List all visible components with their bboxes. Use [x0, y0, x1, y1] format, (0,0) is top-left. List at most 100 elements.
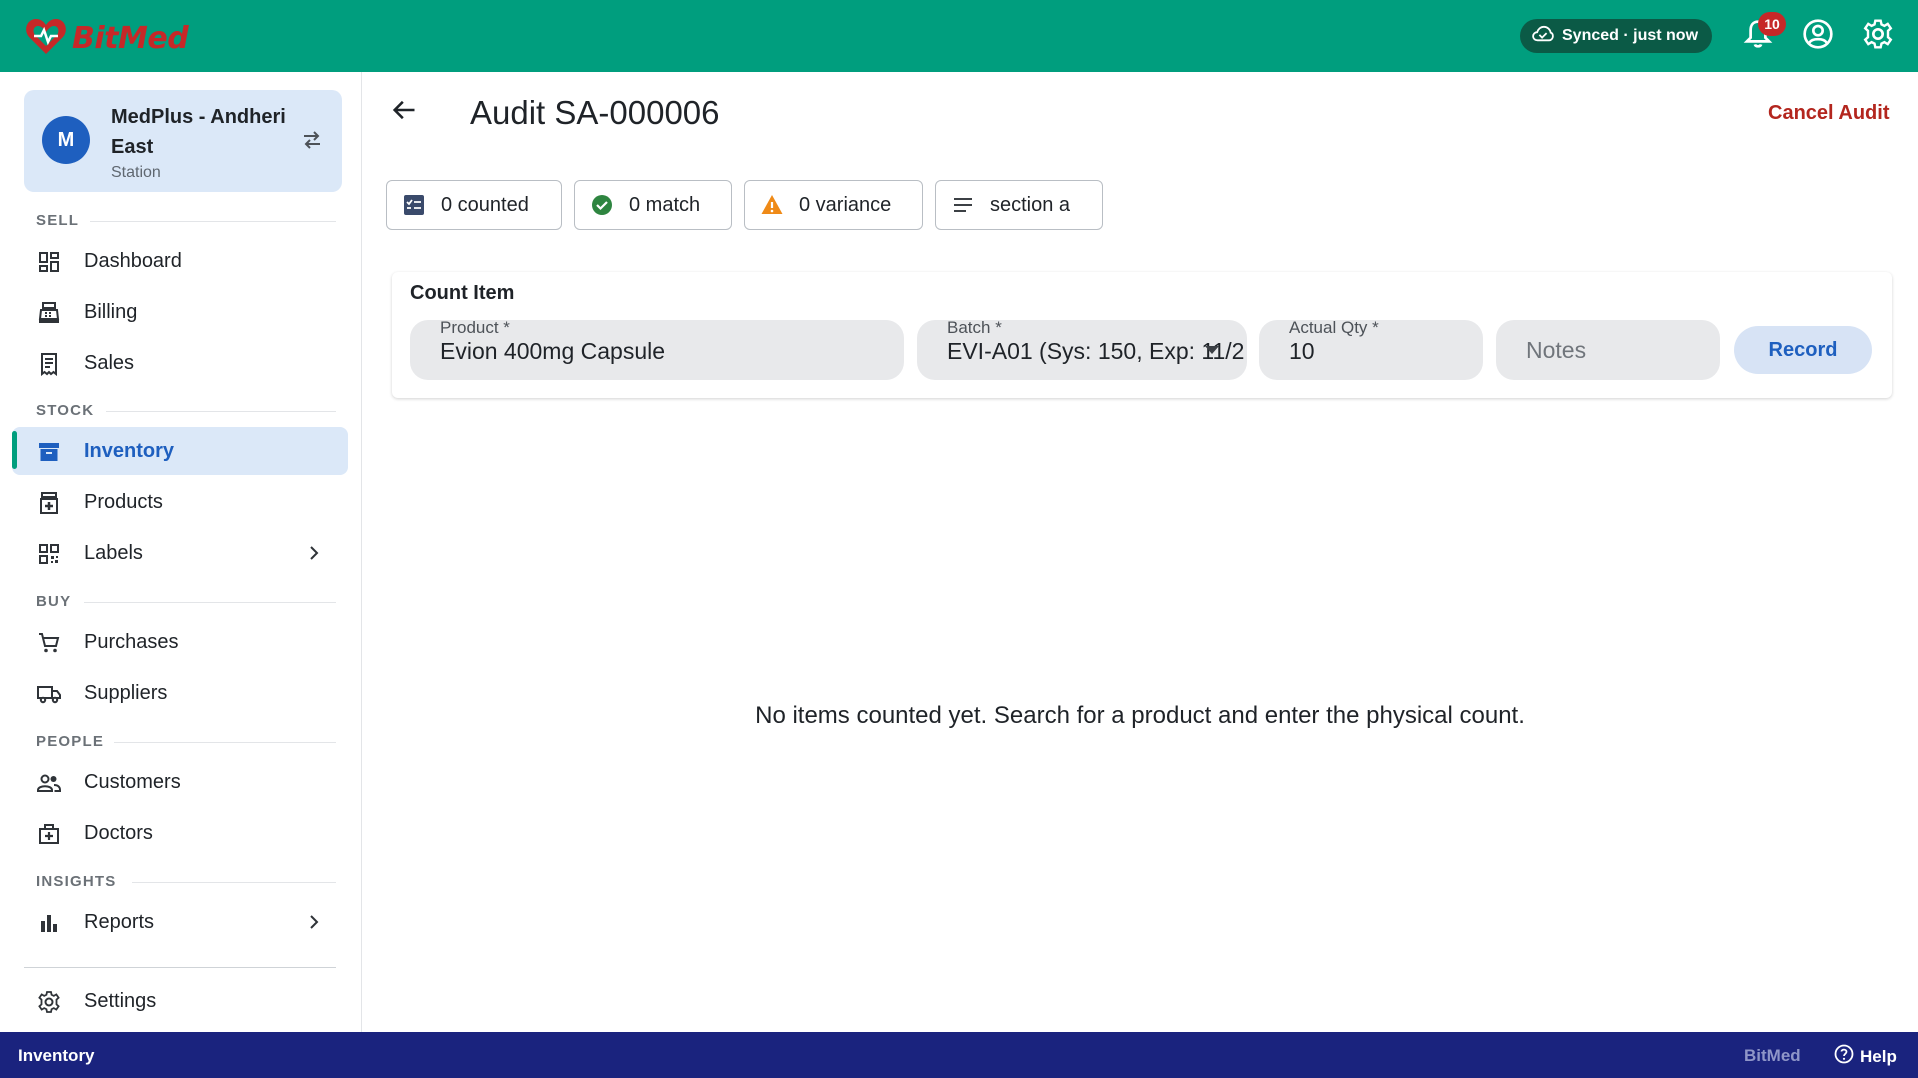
count-item-card: Count Item Product * Evion 400mg Capsule… — [392, 272, 1892, 398]
section-divider — [132, 882, 336, 883]
product-label: Product * — [440, 318, 510, 337]
top-app-bar: BitMed Synced · just now 10 — [0, 0, 1918, 72]
app-logo[interactable]: BitMed — [24, 16, 189, 61]
section-label-people: PEOPLE — [36, 733, 105, 750]
notes-lines-icon — [952, 194, 974, 216]
sidebar-item-inventory[interactable]: Inventory — [12, 427, 348, 475]
notification-count-badge: 10 — [1758, 12, 1786, 36]
sidebar-item-settings[interactable]: Settings — [12, 977, 348, 1025]
medical-bag-icon — [36, 821, 62, 847]
sidebar-item-label: Reports — [84, 911, 155, 933]
section-label-sell: SELL — [36, 212, 80, 229]
sidebar-item-label: Labels — [84, 542, 143, 564]
sidebar: M MedPlus - Andheri East Station SELL Da… — [0, 72, 362, 1032]
sidebar-item-purchases[interactable]: Purchases — [12, 618, 348, 666]
qty-value: 10 — [1289, 338, 1315, 364]
medication-icon — [36, 490, 62, 516]
batch-value: EVI-A01 (Sys: 150, Exp: 11/2 — [947, 338, 1245, 364]
sidebar-item-reports[interactable]: Reports — [12, 898, 348, 946]
chip-label: 0 counted — [441, 194, 529, 216]
sync-status-badge[interactable]: Synced · just now — [1520, 19, 1713, 53]
sidebar-item-billing[interactable]: Billing — [12, 288, 348, 336]
sidebar-item-label: Suppliers — [84, 682, 168, 704]
cloud-done-icon — [1532, 25, 1554, 48]
org-name: MedPlus - Andheri East — [111, 106, 286, 158]
settings-button[interactable] — [1860, 18, 1896, 54]
chip-label: section a — [990, 194, 1071, 216]
section-chip[interactable]: section a — [935, 180, 1103, 230]
shopping-cart-icon — [36, 630, 62, 656]
section-label-stock: STOCK — [36, 402, 95, 419]
gear-icon — [36, 989, 62, 1015]
actual-qty-field[interactable]: Actual Qty * 10 — [1259, 318, 1483, 380]
notifications-button[interactable]: 10 — [1740, 12, 1786, 54]
swap-horiz-icon[interactable] — [300, 128, 324, 152]
qty-label: Actual Qty * — [1289, 318, 1379, 337]
sidebar-divider — [24, 967, 336, 968]
sidebar-item-dashboard[interactable]: Dashboard — [12, 237, 348, 285]
sidebar-item-suppliers[interactable]: Suppliers — [12, 669, 348, 717]
active-nav-indicator — [12, 431, 17, 469]
section-divider — [106, 411, 336, 412]
warning-icon — [761, 194, 783, 216]
match-chip[interactable]: 0 match — [574, 180, 732, 230]
bar-chart-icon — [36, 910, 62, 936]
sidebar-item-customers[interactable]: Customers — [12, 758, 348, 806]
notes-field[interactable]: Notes — [1496, 320, 1720, 380]
sidebar-item-label: Customers — [84, 771, 181, 793]
batch-label: Batch * — [947, 318, 1002, 337]
account-button[interactable] — [1800, 18, 1836, 54]
counted-chip[interactable]: 0 counted — [386, 180, 562, 230]
sidebar-item-label: Products — [84, 491, 163, 513]
sidebar-item-sales[interactable]: Sales — [12, 339, 348, 387]
org-type: Station — [111, 164, 161, 181]
checklist-icon — [403, 194, 425, 216]
status-bar: Inventory BitMed Help — [0, 1032, 1918, 1078]
sidebar-item-labels[interactable]: Labels — [12, 529, 348, 577]
receipt-icon — [36, 351, 62, 377]
footer-brand: BitMed — [1744, 1046, 1801, 1065]
sidebar-item-label: Settings — [84, 990, 157, 1012]
chip-label: 0 match — [629, 194, 701, 216]
help-label: Help — [1860, 1046, 1897, 1066]
point-of-sale-icon — [36, 300, 62, 326]
record-button[interactable]: Record — [1734, 326, 1872, 374]
inventory-box-icon — [36, 439, 62, 465]
sidebar-item-doctors[interactable]: Doctors — [12, 809, 348, 857]
section-label-insights: INSIGHTS — [36, 873, 117, 890]
sidebar-item-label: Inventory — [84, 440, 175, 462]
card-title: Count Item — [410, 282, 515, 304]
sidebar-item-label: Dashboard — [84, 250, 182, 272]
sidebar-item-label: Sales — [84, 352, 135, 374]
help-button[interactable]: Help — [1834, 1044, 1897, 1069]
check-circle-icon — [591, 194, 613, 216]
help-circle-icon — [1834, 1044, 1854, 1069]
org-switcher-card[interactable]: M MedPlus - Andheri East Station — [24, 90, 342, 192]
org-avatar: M — [42, 116, 90, 164]
sidebar-item-label: Purchases — [84, 631, 179, 653]
dropdown-arrow-icon — [1205, 346, 1219, 354]
empty-state-message: No items counted yet. Search for a produ… — [755, 702, 1525, 729]
sidebar-item-label: Doctors — [84, 822, 153, 844]
qr-code-icon — [36, 541, 62, 567]
section-divider — [90, 221, 336, 222]
sidebar-item-products[interactable]: Products — [12, 478, 348, 526]
truck-icon — [36, 681, 62, 707]
variance-chip[interactable]: 0 variance — [744, 180, 923, 230]
current-page-label: Inventory — [18, 1046, 95, 1065]
arrow-back-icon — [390, 96, 418, 129]
product-field[interactable]: Product * Evion 400mg Capsule — [410, 318, 904, 380]
batch-select[interactable]: Batch * EVI-A01 (Sys: 150, Exp: 11/2 — [917, 318, 1247, 380]
app-name: BitMed — [72, 21, 189, 56]
cancel-audit-button[interactable]: Cancel Audit — [1768, 102, 1890, 125]
sync-status-text: Synced · just now — [1562, 27, 1699, 44]
page-title: Audit SA-000006 — [470, 94, 720, 131]
back-button[interactable] — [386, 94, 422, 130]
product-value: Evion 400mg Capsule — [440, 338, 666, 364]
dashboard-icon — [36, 249, 62, 275]
section-divider — [114, 742, 336, 743]
section-divider — [84, 602, 336, 603]
chevron-right-icon — [302, 910, 326, 934]
chevron-right-icon — [302, 541, 326, 565]
gear-icon — [1862, 18, 1894, 55]
